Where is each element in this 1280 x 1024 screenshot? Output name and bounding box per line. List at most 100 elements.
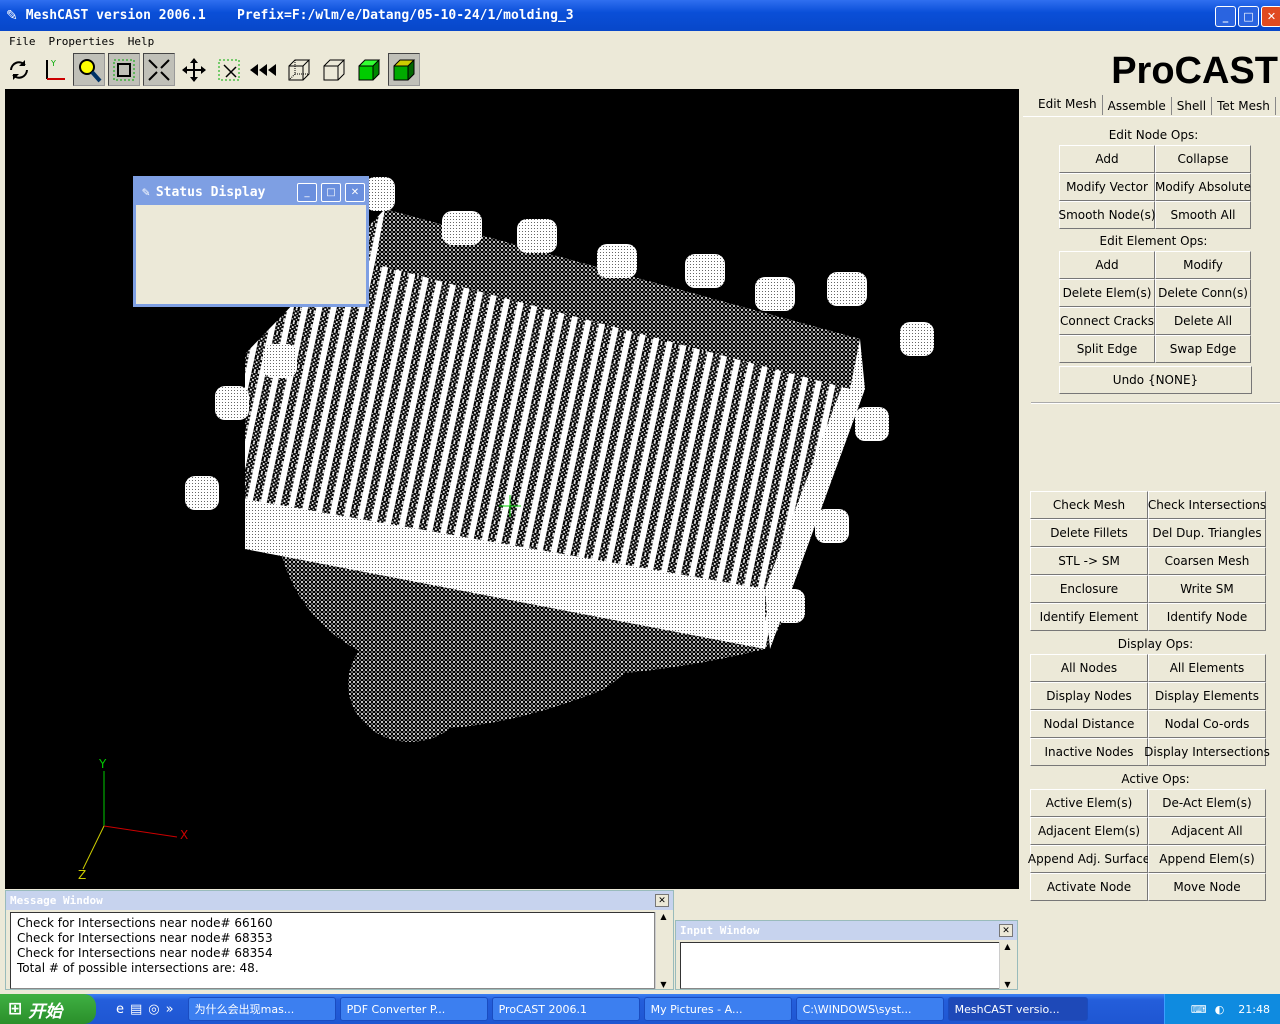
wireframe-box-icon[interactable]	[283, 53, 315, 86]
maximize-button[interactable]: □	[1238, 6, 1259, 27]
keyboard-icon[interactable]: ⌨	[1191, 1003, 1207, 1016]
menu-help[interactable]: Help	[128, 35, 155, 48]
elem-add-button[interactable]: Add	[1059, 251, 1155, 279]
undo-button[interactable]: Undo {NONE}	[1059, 366, 1252, 394]
input-field[interactable]	[680, 942, 1000, 989]
elem-modify-button[interactable]: Modify	[1155, 251, 1251, 279]
input-close-button[interactable]: ✕	[999, 924, 1013, 937]
rotate-icon[interactable]	[3, 53, 35, 86]
move-node-button[interactable]: Move Node	[1148, 873, 1266, 901]
edit-element-title: Edit Element Ops:	[1099, 234, 1208, 248]
connect-cracks-button[interactable]: Connect Cracks	[1059, 307, 1155, 335]
delete-elems-button[interactable]: Delete Elem(s)	[1059, 279, 1155, 307]
rewind-icon[interactable]	[248, 53, 280, 86]
nodal-coords-button[interactable]: Nodal Co-ords	[1148, 710, 1266, 738]
adjacent-all-button[interactable]: Adjacent All	[1148, 817, 1266, 845]
zoom-box-icon[interactable]	[108, 53, 140, 86]
shaded-box-icon[interactable]	[353, 53, 385, 86]
message-scrollbar[interactable]: ▲ ▼	[655, 912, 671, 989]
message-close-button[interactable]: ✕	[655, 894, 669, 907]
smooth-all-button[interactable]: Smooth All	[1155, 201, 1251, 229]
smooth-nodes-button[interactable]: Smooth Node(s)	[1058, 201, 1156, 229]
select-icon[interactable]	[213, 53, 245, 86]
chevron-right-icon[interactable]: »	[166, 1002, 174, 1017]
active-elems-button[interactable]: Active Elem(s)	[1030, 789, 1148, 817]
minimize-button[interactable]: _	[1215, 6, 1236, 27]
message-line: Check for Intersections near node# 68353	[17, 931, 273, 945]
adjacent-elems-button[interactable]: Adjacent Elem(s)	[1030, 817, 1148, 845]
node-add-button[interactable]: Add	[1059, 145, 1155, 173]
enclosure-button[interactable]: Enclosure	[1030, 575, 1148, 603]
tab-edit-mesh[interactable]: Edit Mesh	[1033, 95, 1103, 115]
axis-y-label: Y	[98, 757, 107, 771]
node-collapse-button[interactable]: Collapse	[1155, 145, 1251, 173]
display-ops-title: Display Ops:	[1117, 637, 1194, 651]
app-icon: ✎	[6, 7, 18, 24]
task-item[interactable]: C:\WINDOWS\syst...	[795, 997, 944, 1021]
task-item[interactable]: 为什么会出现mas...	[187, 997, 336, 1021]
append-adj-surface-button[interactable]: Append Adj. Surface	[1028, 845, 1150, 873]
modify-vector-button[interactable]: Modify Vector	[1059, 173, 1155, 201]
task-item-active[interactable]: MeshCAST versio...	[947, 997, 1088, 1021]
start-label: 开始	[28, 1001, 63, 1022]
del-dup-triangles-button[interactable]: Del Dup. Triangles	[1148, 519, 1266, 547]
task-item[interactable]: ProCAST 2006.1	[491, 997, 640, 1021]
activate-node-button[interactable]: Activate Node	[1030, 873, 1148, 901]
network-icon[interactable]: ◐	[1215, 1003, 1225, 1016]
active-ops-title: Active Ops:	[1121, 772, 1190, 786]
all-nodes-button[interactable]: All Nodes	[1030, 654, 1148, 682]
swap-edge-button[interactable]: Swap Edge	[1155, 335, 1251, 363]
procast-logo: ProCAST	[1111, 50, 1278, 92]
menu-properties[interactable]: Properties	[49, 35, 115, 48]
close-button[interactable]: ✕	[1261, 6, 1280, 27]
start-button[interactable]: ⊞ 开始	[0, 994, 96, 1024]
hidden-box-icon[interactable]	[318, 53, 350, 86]
append-elems-button[interactable]: Append Elem(s)	[1148, 845, 1266, 873]
status-maximize-button[interactable]: □	[321, 183, 341, 202]
modify-absolute-button[interactable]: Modify Absolute	[1155, 173, 1251, 201]
identify-element-button[interactable]: Identify Element	[1030, 603, 1148, 631]
delete-fillets-button[interactable]: Delete Fillets	[1030, 519, 1148, 547]
delete-all-button[interactable]: Delete All	[1155, 307, 1251, 335]
deact-elems-button[interactable]: De-Act Elem(s)	[1148, 789, 1266, 817]
display-elements-button[interactable]: Display Elements	[1148, 682, 1266, 710]
write-sm-button[interactable]: Write SM	[1148, 575, 1266, 603]
stl-to-sm-button[interactable]: STL -> SM	[1030, 547, 1148, 575]
display-intersections-button[interactable]: Display Intersections	[1144, 738, 1270, 766]
identify-node-button[interactable]: Identify Node	[1148, 603, 1266, 631]
task-item[interactable]: My Pictures - A...	[643, 997, 792, 1021]
menu-bar: File Properties Help	[0, 31, 1280, 51]
input-scrollbar[interactable]: ▲ ▼	[999, 942, 1015, 989]
system-tray: ⌨ ◐ 21:48	[1164, 994, 1280, 1024]
pan-icon[interactable]	[178, 53, 210, 86]
split-edge-button[interactable]: Split Edge	[1059, 335, 1155, 363]
task-item[interactable]: PDF Converter P...	[339, 997, 488, 1021]
ie-icon[interactable]: e	[116, 1002, 124, 1017]
check-mesh-button[interactable]: Check Mesh	[1030, 491, 1148, 519]
shaded-edge-box-icon[interactable]	[388, 53, 420, 86]
check-intersections-button[interactable]: Check Intersections	[1148, 491, 1266, 519]
app-quick-icon[interactable]: ◎	[148, 1002, 159, 1017]
tab-strip: Edit Mesh Assemble Shell Tet Mesh	[1033, 95, 1276, 115]
tab-tet-mesh[interactable]: Tet Mesh	[1212, 97, 1276, 115]
fit-icon[interactable]	[143, 53, 175, 86]
all-elements-button[interactable]: All Elements	[1148, 654, 1266, 682]
coarsen-mesh-button[interactable]: Coarsen Mesh	[1148, 547, 1266, 575]
status-dialog-title: Status Display	[155, 184, 266, 200]
inactive-nodes-button[interactable]: Inactive Nodes	[1030, 738, 1148, 766]
status-close-button[interactable]: ✕	[345, 183, 365, 202]
pdf-icon[interactable]: ▤	[130, 1002, 142, 1017]
zoom-icon[interactable]	[73, 53, 105, 86]
message-line: Check for Intersections near node# 68354	[17, 946, 273, 960]
delete-conns-button[interactable]: Delete Conn(s)	[1155, 279, 1251, 307]
tab-shell[interactable]: Shell	[1172, 97, 1213, 115]
status-minimize-button[interactable]: _	[297, 183, 317, 202]
message-line: Check for Intersections near node# 66160	[17, 916, 273, 930]
message-window: Message Window ✕ Check for Intersections…	[5, 890, 674, 990]
nodal-distance-button[interactable]: Nodal Distance	[1030, 710, 1148, 738]
menu-file[interactable]: File	[9, 35, 36, 48]
tab-assemble[interactable]: Assemble	[1103, 97, 1172, 115]
quick-launch: e ▤ ◎ »	[116, 1002, 174, 1017]
axes-icon[interactable]: Y	[38, 53, 70, 86]
display-nodes-button[interactable]: Display Nodes	[1030, 682, 1148, 710]
